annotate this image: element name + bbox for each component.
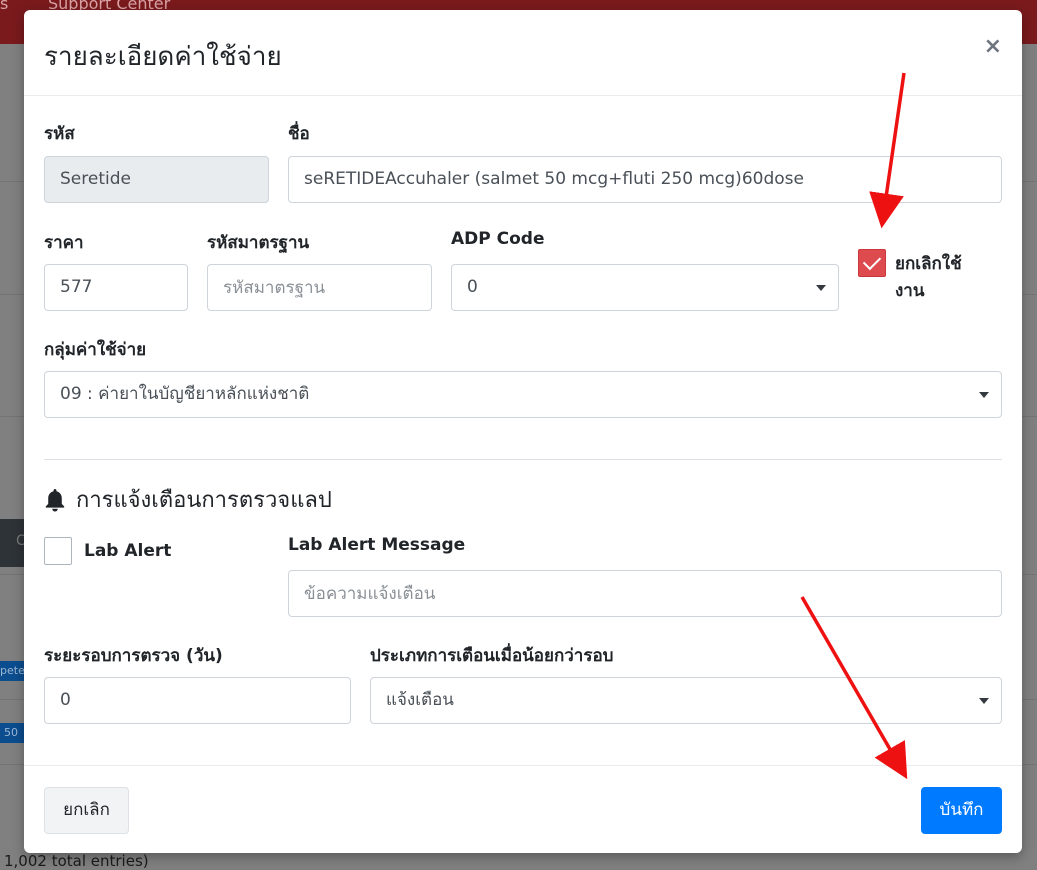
chevron-down-icon [979, 391, 989, 398]
name-label: ชื่อ [288, 124, 310, 144]
check-interval-label: ระยะรอบการตรวจ (วัน) [44, 646, 223, 666]
expense-group-value: 09 : ค่ายาในบัญชียาหลักแห่งชาติ [60, 384, 310, 404]
code-field: Seretide [44, 156, 269, 203]
modal-title: รายละเอียดค่าใช้จ่าย [44, 42, 282, 72]
alert-type-label: ประเภทการเตือนเมื่อน้อยกว่ารอบ [370, 646, 614, 666]
alert-type-value: แจ้งเตือน [386, 690, 454, 710]
modal-footer: ยกเลิก บันทึก [24, 765, 1022, 854]
lab-alert-section-text: การแจ้งเตือนการตรวจแลป [76, 488, 332, 513]
price-field[interactable]: 577 [44, 264, 188, 311]
adp-code-value: 0 [467, 277, 478, 297]
check-interval-field[interactable]: 0 [44, 677, 351, 724]
alert-type-select[interactable]: แจ้งเตือน [370, 677, 1002, 724]
code-label: รหัส [44, 124, 75, 144]
close-icon[interactable]: × [984, 34, 1002, 59]
cancel-button[interactable]: ยกเลิก [44, 787, 129, 834]
chevron-down-icon [816, 284, 826, 291]
lab-alert-section-title: การแจ้งเตือนการตรวจแลป [44, 482, 332, 517]
background-nav-item: s [0, 0, 9, 13]
modal-header: รายละเอียดค่าใช้จ่าย × [24, 10, 1022, 96]
price-label: ราคา [44, 233, 84, 253]
cancel-use-checkbox[interactable] [858, 249, 886, 277]
bell-icon [45, 488, 65, 512]
background-entries-text: 1,002 total entries) [4, 852, 149, 870]
save-button[interactable]: บันทึก [921, 787, 1002, 834]
check-icon [862, 251, 882, 271]
lab-alert-message-input[interactable] [288, 570, 1002, 617]
background-dark-button: C [0, 519, 26, 567]
adp-code-label: ADP Code [451, 229, 545, 249]
standard-code-label: รหัสมาตรฐาน [207, 233, 310, 253]
lab-alert-message-label: Lab Alert Message [288, 535, 466, 555]
expense-group-select[interactable]: 09 : ค่ายาในบัญชียาหลักแห่งชาติ [44, 371, 1002, 418]
expense-detail-modal: รายละเอียดค่าใช้จ่าย × รหัส Seretide ชื่… [24, 10, 1022, 853]
background-badge: pete [0, 661, 24, 681]
expense-group-label: กลุ่มค่าใช้จ่าย [44, 340, 147, 360]
chevron-down-icon [979, 697, 989, 704]
lab-alert-label: Lab Alert [84, 541, 172, 561]
cancel-use-label: ยกเลิกใช้ งาน [895, 254, 962, 301]
section-divider [44, 459, 1002, 460]
standard-code-input[interactable] [207, 264, 432, 311]
background-badge: 50 [0, 723, 24, 743]
name-field[interactable]: seRETIDEAccuhaler (salmet 50 mcg+fluti 2… [288, 156, 1002, 203]
lab-alert-checkbox[interactable] [44, 537, 72, 565]
adp-code-select[interactable]: 0 [451, 264, 839, 311]
